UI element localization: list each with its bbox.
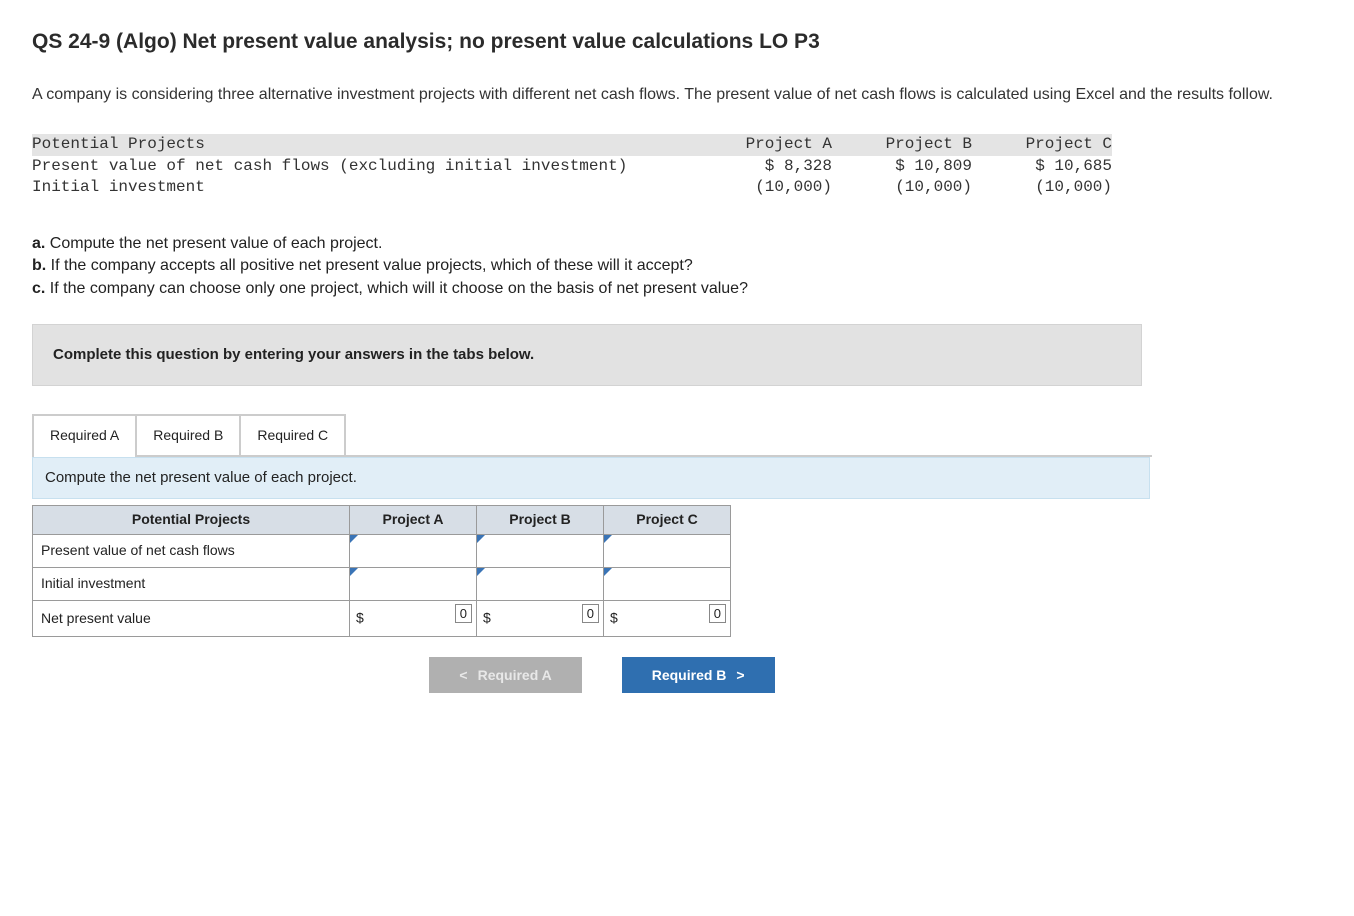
answer-header-b: Project B xyxy=(477,505,604,534)
data-row1-b: $ 10,809 xyxy=(832,156,972,178)
cell-marker-icon xyxy=(350,535,358,543)
input-ii-a[interactable] xyxy=(358,572,468,596)
answer-row3-label: Net present value xyxy=(33,600,350,636)
cell-marker-icon xyxy=(477,535,485,543)
input-ii-c[interactable] xyxy=(612,572,722,596)
answer-row2-b[interactable] xyxy=(477,567,604,600)
data-header-label: Potential Projects xyxy=(32,134,692,156)
nav-buttons: < Required A Required B > xyxy=(232,657,972,693)
input-pv-b[interactable] xyxy=(485,539,595,563)
answer-row2-a[interactable] xyxy=(350,567,477,600)
next-button-label: Required B xyxy=(652,667,727,683)
data-row1-c: $ 10,685 xyxy=(972,156,1112,178)
answer-npv-a: $ 0 xyxy=(350,600,477,636)
data-row2-c: (10,000) xyxy=(972,177,1112,199)
data-row1-label: Present value of net cash flows (excludi… xyxy=(32,156,692,178)
answer-row1-c[interactable] xyxy=(604,534,731,567)
answer-row1-a[interactable] xyxy=(350,534,477,567)
prev-button: < Required A xyxy=(429,657,581,693)
cell-marker-icon xyxy=(604,535,612,543)
page-title: QS 24-9 (Algo) Net present value analysi… xyxy=(32,28,1322,56)
answer-header-0: Potential Projects xyxy=(33,505,350,534)
answer-row2-c[interactable] xyxy=(604,567,731,600)
question-a: a. Compute the net present value of each… xyxy=(32,233,1322,255)
chevron-left-icon: < xyxy=(459,667,467,683)
input-pv-a[interactable] xyxy=(358,539,468,563)
npv-b-value: 0 xyxy=(582,604,599,624)
data-row2-a: (10,000) xyxy=(692,177,832,199)
data-block: Potential Projects Project A Project B P… xyxy=(32,134,1112,199)
currency-symbol: $ xyxy=(483,609,491,628)
currency-symbol: $ xyxy=(356,609,364,628)
answer-npv-c: $ 0 xyxy=(604,600,731,636)
question-a-tag: a. xyxy=(32,235,45,252)
answer-npv-b: $ 0 xyxy=(477,600,604,636)
question-b: b. If the company accepts all positive n… xyxy=(32,255,1322,277)
npv-a-value: 0 xyxy=(455,604,472,624)
npv-c-value: 0 xyxy=(709,604,726,624)
chevron-right-icon: > xyxy=(736,667,744,683)
question-list: a. Compute the net present value of each… xyxy=(32,233,1322,300)
prev-button-label: Required A xyxy=(478,667,552,683)
instruction-banner: Complete this question by entering your … xyxy=(32,324,1142,386)
answer-row2-label: Initial investment xyxy=(33,567,350,600)
question-c-tag: c. xyxy=(32,280,45,297)
answer-table: Potential Projects Project A Project B P… xyxy=(32,505,731,637)
question-c: c. If the company can choose only one pr… xyxy=(32,278,1322,300)
answer-row1-label: Present value of net cash flows xyxy=(33,534,350,567)
answer-header-a: Project A xyxy=(350,505,477,534)
tab-required-c[interactable]: Required C xyxy=(239,414,346,455)
question-c-text: If the company can choose only one proje… xyxy=(45,280,748,297)
tab-required-b[interactable]: Required B xyxy=(135,414,241,455)
input-pv-c[interactable] xyxy=(612,539,722,563)
data-row2-b: (10,000) xyxy=(832,177,972,199)
data-header-col-c: Project C xyxy=(972,134,1112,156)
cell-marker-icon xyxy=(350,568,358,576)
answer-header-c: Project C xyxy=(604,505,731,534)
answer-row1-b[interactable] xyxy=(477,534,604,567)
data-row1-a: $ 8,328 xyxy=(692,156,832,178)
question-b-tag: b. xyxy=(32,257,46,274)
question-a-text: Compute the net present value of each pr… xyxy=(45,235,382,252)
cell-marker-icon xyxy=(604,568,612,576)
intro-text: A company is considering three alternati… xyxy=(32,84,1292,106)
tab-required-a[interactable]: Required A xyxy=(32,414,137,455)
data-header-col-a: Project A xyxy=(692,134,832,156)
data-header-col-b: Project B xyxy=(832,134,972,156)
cell-marker-icon xyxy=(477,568,485,576)
tab-strip: Required A Required B Required C xyxy=(32,414,1152,457)
next-button[interactable]: Required B > xyxy=(622,657,775,693)
question-b-text: If the company accepts all positive net … xyxy=(46,257,693,274)
tab-instruction: Compute the net present value of each pr… xyxy=(32,457,1150,499)
data-row2-label: Initial investment xyxy=(32,177,692,199)
input-ii-b[interactable] xyxy=(485,572,595,596)
currency-symbol: $ xyxy=(610,609,618,628)
